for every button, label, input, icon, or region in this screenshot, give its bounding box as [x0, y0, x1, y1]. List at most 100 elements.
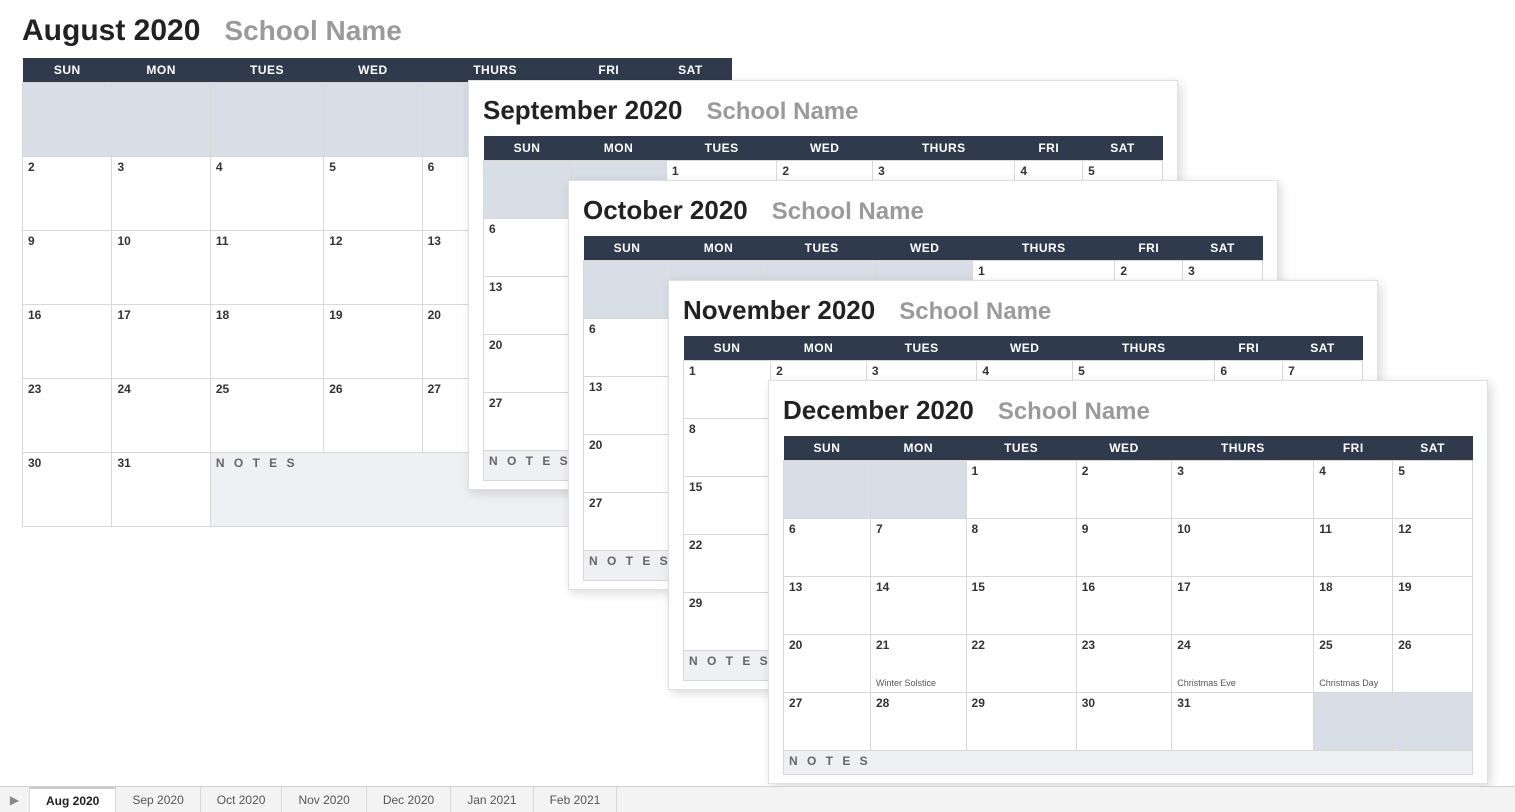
- sheet-tab[interactable]: Dec 2020: [367, 787, 451, 812]
- calendar-day-cell[interactable]: 31: [112, 453, 210, 527]
- calendar-day-cell[interactable]: 4: [1314, 461, 1393, 519]
- day-header: THURS: [1073, 336, 1215, 361]
- calendar-day-cell[interactable]: 12: [324, 231, 422, 305]
- calendar-event: Winter Solstice: [876, 679, 936, 689]
- calendar-day-cell[interactable]: 29: [684, 593, 771, 651]
- calendar-pad-cell[interactable]: [23, 83, 112, 157]
- day-header: TUES: [966, 436, 1076, 461]
- calendar-day-cell[interactable]: 18: [210, 305, 323, 379]
- calendar-day-cell[interactable]: 6: [784, 519, 871, 577]
- calendar-day-cell[interactable]: 16: [1076, 577, 1172, 635]
- calendar-day-cell[interactable]: 1: [684, 361, 771, 419]
- calendar-pad-cell[interactable]: [112, 83, 210, 157]
- calendar-day-cell[interactable]: 8: [966, 519, 1076, 577]
- calendar-day-cell[interactable]: 9: [23, 231, 112, 305]
- day-header-row: SUNMONTUESWEDTHURSFRISAT: [784, 436, 1473, 461]
- calendar-day-cell[interactable]: 6: [584, 319, 671, 377]
- calendar-day-cell[interactable]: 27: [784, 693, 871, 751]
- month-title: October 2020: [583, 195, 748, 226]
- school-name: School Name: [706, 98, 858, 126]
- calendar-day-cell[interactable]: 15: [684, 477, 771, 535]
- calendar-day-cell[interactable]: 21Winter Solstice: [870, 635, 966, 693]
- calendar-day-cell[interactable]: 1: [966, 461, 1076, 519]
- sheet-tab[interactable]: Jan 2021: [451, 787, 533, 812]
- calendar-day-cell[interactable]: 23: [23, 379, 112, 453]
- calendar-day-cell[interactable]: 25Christmas Day: [1314, 635, 1393, 693]
- sheet-tab[interactable]: Feb 2021: [534, 787, 618, 812]
- calendar-day-cell[interactable]: 3: [112, 157, 210, 231]
- day-header: TUES: [866, 336, 976, 361]
- calendar-day-cell[interactable]: 10: [112, 231, 210, 305]
- calendar-day-cell[interactable]: 20: [484, 335, 571, 393]
- calendar-day-cell[interactable]: 31: [1172, 693, 1314, 751]
- calendar-day-cell[interactable]: 10: [1172, 519, 1314, 577]
- calendar-day-cell[interactable]: 13: [584, 377, 671, 435]
- calendar-day-cell[interactable]: 14: [870, 577, 966, 635]
- calendar-day-cell[interactable]: 30: [1076, 693, 1172, 751]
- sheet-tab[interactable]: Oct 2020: [201, 787, 283, 812]
- sheet-tab[interactable]: Nov 2020: [282, 787, 366, 812]
- calendar-day-cell[interactable]: 12: [1393, 519, 1473, 577]
- notes-cell[interactable]: N O T E S: [784, 751, 1473, 775]
- calendar-day-cell[interactable]: 17: [1172, 577, 1314, 635]
- calendar-day-cell[interactable]: 6: [484, 219, 571, 277]
- calendar-day-cell[interactable]: 24: [112, 379, 210, 453]
- calendar-day-cell[interactable]: 13: [784, 577, 871, 635]
- calendar-pad-cell[interactable]: [1393, 693, 1473, 751]
- tab-nav-play-icon[interactable]: ▶: [0, 787, 30, 812]
- sheet-tab[interactable]: Sep 2020: [116, 787, 200, 812]
- day-header: WED: [877, 236, 973, 261]
- calendar-day-cell[interactable]: 19: [324, 305, 422, 379]
- school-name: School Name: [224, 15, 401, 47]
- calendar-day-cell[interactable]: 7: [870, 519, 966, 577]
- calendar-day-cell[interactable]: 18: [1314, 577, 1393, 635]
- sheet-tab[interactable]: Aug 2020: [30, 787, 116, 812]
- calendar-day-cell[interactable]: 3: [1172, 461, 1314, 519]
- calendar-day-cell[interactable]: 9: [1076, 519, 1172, 577]
- calendar-day-cell[interactable]: 19: [1393, 577, 1473, 635]
- calendar-day-cell[interactable]: 26: [1393, 635, 1473, 693]
- calendar-day-cell[interactable]: 27: [484, 393, 571, 451]
- calendar-pad-cell[interactable]: [584, 261, 671, 319]
- calendar-day-cell[interactable]: 17: [112, 305, 210, 379]
- day-header: SAT: [1083, 136, 1163, 161]
- day-header: MON: [571, 136, 667, 161]
- calendar-pad-cell[interactable]: [1314, 693, 1393, 751]
- calendar-pad-cell[interactable]: [210, 83, 323, 157]
- calendar-day-cell[interactable]: 11: [1314, 519, 1393, 577]
- calendar-day-cell[interactable]: 13: [484, 277, 571, 335]
- calendar-day-cell[interactable]: 22: [966, 635, 1076, 693]
- day-header: MON: [112, 58, 210, 83]
- day-header: FRI: [1015, 136, 1083, 161]
- calendar-day-cell[interactable]: 2: [23, 157, 112, 231]
- month-title: December 2020: [783, 395, 974, 426]
- calendar-day-cell[interactable]: 25: [210, 379, 323, 453]
- calendar-day-cell[interactable]: 23: [1076, 635, 1172, 693]
- calendar-sheet-dec: December 2020 School Name SUNMONTUESWEDT…: [768, 380, 1488, 784]
- calendar-pad-cell[interactable]: [484, 161, 571, 219]
- calendar-day-cell[interactable]: 16: [23, 305, 112, 379]
- calendar-day-cell[interactable]: 8: [684, 419, 771, 477]
- calendar-day-cell[interactable]: 5: [324, 157, 422, 231]
- school-name: School Name: [998, 398, 1150, 426]
- calendar-day-cell[interactable]: 22: [684, 535, 771, 593]
- calendar-day-cell[interactable]: 30: [23, 453, 112, 527]
- calendar-body-dec: 123456789101112131415161718192021Winter …: [784, 461, 1473, 775]
- calendar-pad-cell[interactable]: [870, 461, 966, 519]
- calendar-day-cell[interactable]: 29: [966, 693, 1076, 751]
- calendar-day-cell[interactable]: 26: [324, 379, 422, 453]
- calendar-day-cell[interactable]: 27: [584, 493, 671, 551]
- calendar-day-cell[interactable]: 15: [966, 577, 1076, 635]
- day-header: SUN: [484, 136, 571, 161]
- calendar-day-cell[interactable]: 5: [1393, 461, 1473, 519]
- calendar-day-cell[interactable]: 11: [210, 231, 323, 305]
- calendar-day-cell[interactable]: 28: [870, 693, 966, 751]
- calendar-day-cell[interactable]: 2: [1076, 461, 1172, 519]
- calendar-pad-cell[interactable]: [324, 83, 422, 157]
- calendar-pad-cell[interactable]: [784, 461, 871, 519]
- calendar-day-cell[interactable]: 4: [210, 157, 323, 231]
- calendar-day-cell[interactable]: 24Christmas Eve: [1172, 635, 1314, 693]
- calendar-day-cell[interactable]: 20: [784, 635, 871, 693]
- day-header: SAT: [1283, 336, 1363, 361]
- calendar-day-cell[interactable]: 20: [584, 435, 671, 493]
